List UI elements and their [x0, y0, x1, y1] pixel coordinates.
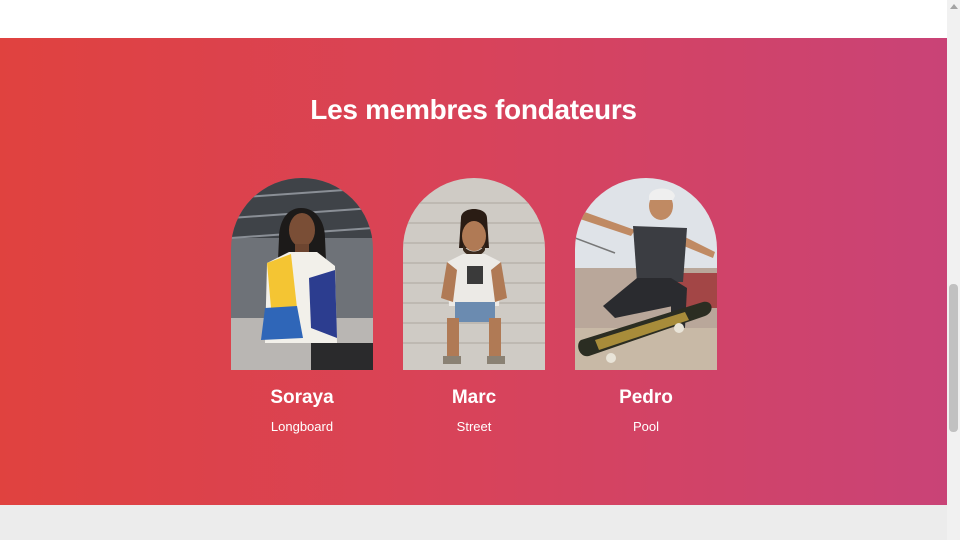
member-card-pedro: Pedro Pool — [575, 178, 717, 434]
portrait-photo-icon — [231, 178, 373, 370]
vertical-scrollbar[interactable] — [947, 0, 960, 540]
member-name: Soraya — [270, 387, 334, 408]
member-photo-marc — [403, 178, 545, 370]
member-discipline: Pool — [632, 419, 660, 434]
scrollbar-thumb[interactable] — [949, 284, 958, 432]
founders-section: Les membres fondateurs Soraya Longboard … — [0, 38, 947, 505]
member-card-marc: Marc Street — [403, 178, 545, 434]
portrait-photo-icon — [403, 178, 545, 370]
member-name: Pedro — [619, 387, 673, 408]
scroll-up-arrow-icon[interactable] — [950, 4, 958, 9]
member-name: Marc — [451, 387, 497, 408]
member-card-soraya: Soraya Longboard — [231, 178, 373, 434]
skateboarder-photo-icon — [575, 178, 717, 370]
member-discipline: Longboard — [270, 419, 334, 434]
next-section-band — [0, 505, 947, 540]
section-title: Les membres fondateurs — [310, 94, 637, 125]
member-photo-soraya — [231, 178, 373, 370]
member-discipline: Street — [456, 419, 492, 434]
member-photo-pedro — [575, 178, 717, 370]
top-band — [0, 0, 947, 38]
